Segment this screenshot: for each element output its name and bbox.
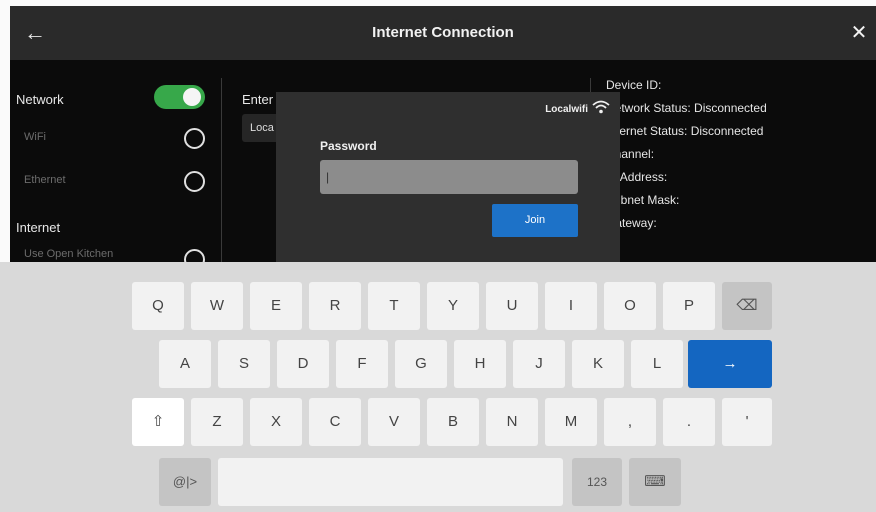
key-l[interactable]: L bbox=[631, 340, 683, 388]
network-ssid: Localwifi bbox=[545, 104, 588, 115]
key-m[interactable]: M bbox=[545, 398, 597, 446]
key-e[interactable]: E bbox=[250, 282, 302, 330]
key-comma[interactable]: , bbox=[604, 398, 656, 446]
symbols-key[interactable]: @|> bbox=[159, 458, 211, 506]
password-dialog: Localwifi Password Join bbox=[276, 92, 620, 264]
key-apostrophe[interactable]: ' bbox=[722, 398, 772, 446]
divider bbox=[221, 78, 222, 268]
toggle-knob bbox=[183, 88, 201, 106]
network-status: Network Status: Disconnected bbox=[606, 101, 767, 115]
key-j[interactable]: J bbox=[513, 340, 565, 388]
key-w[interactable]: W bbox=[191, 282, 243, 330]
key-u[interactable]: U bbox=[486, 282, 538, 330]
key-h[interactable]: H bbox=[454, 340, 506, 388]
backspace-icon[interactable]: ⌫ bbox=[722, 282, 772, 330]
network-toggle[interactable] bbox=[154, 85, 205, 109]
wifi-radio[interactable] bbox=[184, 128, 205, 149]
space-bar[interactable] bbox=[218, 458, 563, 506]
key-x[interactable]: X bbox=[250, 398, 302, 446]
key-k[interactable]: K bbox=[572, 340, 624, 388]
key-g[interactable]: G bbox=[395, 340, 447, 388]
enter-arrow-icon[interactable]: → bbox=[688, 340, 772, 388]
wifi-label: WiFi bbox=[24, 131, 46, 143]
ethernet-label: Ethernet bbox=[24, 174, 66, 186]
key-s[interactable]: S bbox=[218, 340, 270, 388]
key-t[interactable]: T bbox=[368, 282, 420, 330]
key-z[interactable]: Z bbox=[191, 398, 243, 446]
page-title: Internet Connection bbox=[372, 24, 514, 41]
on-screen-keyboard: Q W E R T Y U I O P ⌫ A S D F G H J K L … bbox=[0, 262, 876, 512]
key-c[interactable]: C bbox=[309, 398, 361, 446]
shift-icon[interactable]: ⇧ bbox=[132, 398, 184, 446]
key-y[interactable]: Y bbox=[427, 282, 479, 330]
ethernet-radio[interactable] bbox=[184, 171, 205, 192]
key-n[interactable]: N bbox=[486, 398, 538, 446]
key-f[interactable]: F bbox=[336, 340, 388, 388]
internet-status: Internet Status: Disconnected bbox=[606, 124, 764, 138]
key-a[interactable]: A bbox=[159, 340, 211, 388]
wifi-icon bbox=[592, 100, 610, 114]
key-q[interactable]: Q bbox=[132, 282, 184, 330]
enter-network-label: Enter bbox=[242, 92, 274, 107]
key-o[interactable]: O bbox=[604, 282, 656, 330]
close-icon[interactable]: ✕ bbox=[846, 20, 872, 46]
device-id: Device ID: bbox=[606, 78, 662, 92]
password-input[interactable] bbox=[320, 160, 578, 194]
key-r[interactable]: R bbox=[309, 282, 361, 330]
numbers-key[interactable]: 123 bbox=[572, 458, 622, 506]
key-b[interactable]: B bbox=[427, 398, 479, 446]
password-label: Password bbox=[320, 139, 377, 153]
top-bar: ← Internet Connection ✕ bbox=[10, 6, 876, 60]
internet-label: Internet bbox=[16, 220, 61, 235]
key-i[interactable]: I bbox=[545, 282, 597, 330]
open-kitchen-label: Use Open Kitchen bbox=[24, 248, 114, 260]
key-p[interactable]: P bbox=[663, 282, 715, 330]
hide-keyboard-icon[interactable]: ⌨ bbox=[629, 458, 681, 506]
key-d[interactable]: D bbox=[277, 340, 329, 388]
key-v[interactable]: V bbox=[368, 398, 420, 446]
key-period[interactable]: . bbox=[663, 398, 715, 446]
join-button[interactable]: Join bbox=[492, 204, 578, 237]
network-label: Network bbox=[16, 92, 64, 107]
